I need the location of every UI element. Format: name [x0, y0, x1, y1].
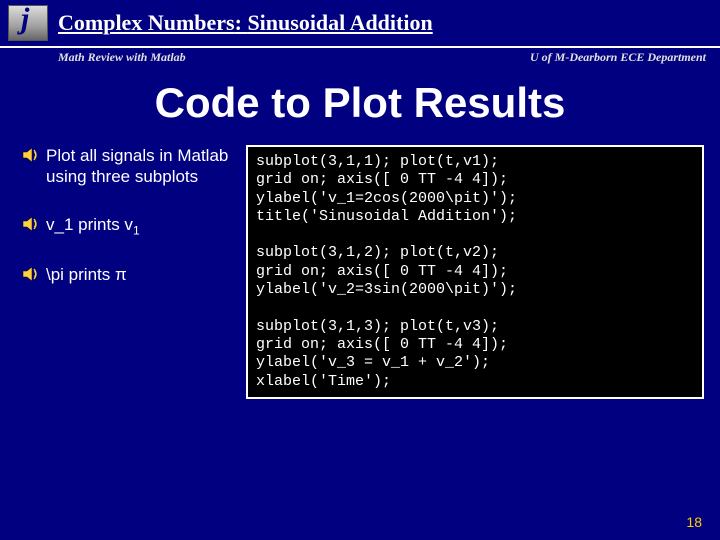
bullet-item: Plot all signals in Matlab using three s… [24, 145, 234, 188]
bullet-text: \pi prints π [46, 265, 127, 284]
bullet-sound-icon [22, 266, 40, 282]
bullet-item: \pi prints π [24, 264, 234, 285]
content-area: Plot all signals in Matlab using three s… [0, 145, 720, 399]
bullet-text: v_1 prints v1 [46, 215, 140, 234]
bullet-item: v_1 prints v1 [24, 214, 234, 238]
subheader-right: U of M-Dearborn ECE Department [530, 50, 706, 65]
page-number: 18 [686, 514, 702, 530]
header-title: Complex Numbers: Sinusoidal Addition [58, 10, 433, 36]
subheader-left: Math Review with Matlab [58, 50, 186, 65]
logo-j-icon [8, 5, 48, 41]
subtopic: Sinusoidal Addition [247, 10, 432, 35]
bullet-sound-icon [22, 147, 40, 163]
code-block: subplot(3,1,1); plot(t,v1); grid on; axi… [246, 145, 704, 399]
bullet-list: Plot all signals in Matlab using three s… [24, 145, 234, 399]
bullet-sound-icon [22, 216, 40, 232]
header-bar: Complex Numbers: Sinusoidal Addition [0, 0, 720, 48]
slide-title: Code to Plot Results [0, 79, 720, 127]
bullet-text: Plot all signals in Matlab using three s… [46, 146, 228, 186]
sub-header: Math Review with Matlab U of M-Dearborn … [0, 48, 720, 69]
topic: Complex Numbers [58, 10, 235, 35]
